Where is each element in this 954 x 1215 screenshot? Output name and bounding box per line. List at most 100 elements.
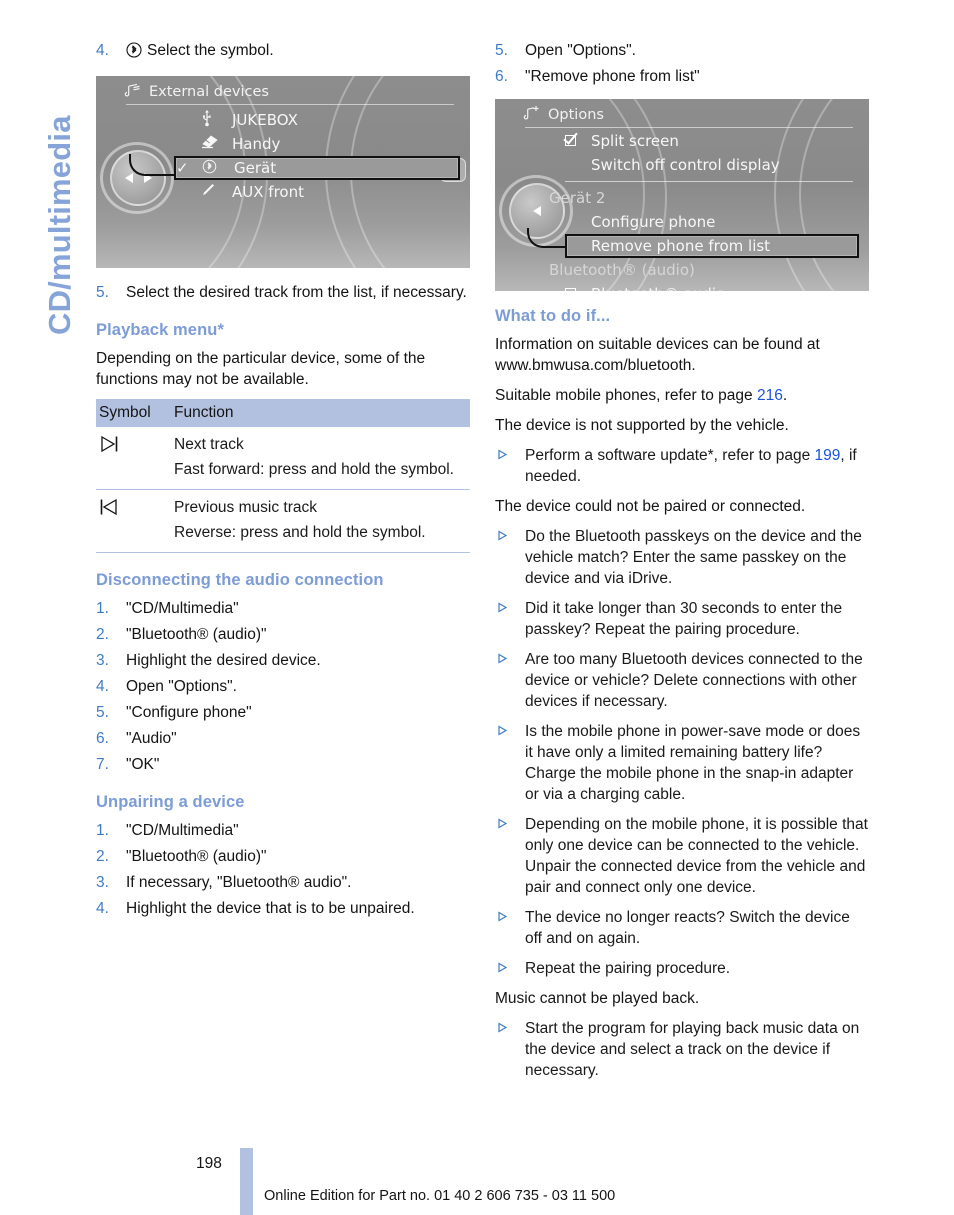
- screenshot-title-row: Options: [523, 105, 604, 124]
- chapter-tab-label: CD/multimedia: [42, 115, 77, 335]
- list-number: 7.: [96, 756, 109, 773]
- bullet-item: The device no longer reacts? Switch the …: [495, 907, 869, 949]
- list-text-content: Select the symbol.: [147, 42, 274, 59]
- bullet-text: Are too many Bluetooth devices connected…: [525, 651, 863, 710]
- table-row: Previous music track Reverse: press and …: [96, 490, 470, 553]
- list-item: 1. "CD/Multimedia": [96, 598, 470, 619]
- table-cell-function: Previous music track Reverse: press and …: [174, 497, 470, 543]
- list-text: Select the desired track from the list, …: [126, 284, 467, 301]
- option-label: Remove phone from list: [591, 237, 771, 255]
- bluetooth-circle-icon: [126, 42, 142, 64]
- list-item-selected[interactable]: Remove phone from list: [565, 234, 859, 258]
- list-item: 2. "Bluetooth® (audio)": [96, 624, 470, 645]
- list-item: 6. "Audio": [96, 728, 470, 749]
- list-number: 3.: [96, 874, 109, 891]
- list-item[interactable]: Split screen: [565, 129, 859, 153]
- page-number: 198: [196, 1155, 222, 1172]
- list-text: Select the symbol.: [126, 40, 470, 64]
- list-text: "Bluetooth® (audio)": [126, 626, 267, 643]
- list-item[interactable]: AUX front: [174, 180, 460, 204]
- list-number: 2.: [96, 848, 109, 865]
- triangle-bullet-icon: [495, 907, 525, 928]
- list-item[interactable]: JUKEBOX: [174, 108, 460, 132]
- bullet-text: The device no longer reacts? Switch the …: [525, 909, 850, 947]
- device-label: AUX front: [232, 183, 304, 201]
- list-number: 4.: [96, 900, 109, 917]
- list-text: Highlight the desired device.: [126, 652, 321, 669]
- bullet-text: Is the mobile phone in power-save mode o…: [525, 723, 861, 803]
- list-text: If necessary, "Bluetooth® audio".: [126, 874, 352, 891]
- list-item[interactable]: Switch off control display: [565, 153, 859, 177]
- bullet-text: Repeat the pairing procedure.: [525, 960, 731, 977]
- triangle-bullet-icon: [495, 721, 525, 742]
- paragraph-post: .: [782, 387, 788, 404]
- title-divider: [126, 104, 454, 105]
- device-label: Gerät: [234, 159, 277, 177]
- screenshot-options: Options Split screen Switch off control …: [495, 99, 869, 291]
- page-reference[interactable]: 199: [815, 447, 841, 464]
- right-column: 5. Open "Options". 6. "Remove phone from…: [495, 40, 869, 1090]
- multimedia-note-icon: [124, 82, 141, 101]
- chapter-tab: CD/multimedia: [0, 0, 96, 1140]
- bullet-item: Depending on the mobile phone, it is pos…: [495, 814, 869, 898]
- list-text: Open "Options".: [126, 678, 237, 695]
- paragraph: The device is not supported by the vehic…: [495, 417, 789, 434]
- list-text: "CD/Multimedia": [126, 822, 239, 839]
- list-item[interactable]: Bluetooth® audio: [565, 282, 859, 291]
- device-label: Handy: [232, 135, 281, 153]
- left-column: 4. Select the symbol. External devices J…: [96, 40, 470, 924]
- footer-accent-bar: [240, 1148, 253, 1215]
- list-item[interactable]: Configure phone: [565, 210, 859, 234]
- bullet-item: Did it take longer than 30 seconds to en…: [495, 598, 869, 640]
- table-header-symbol: Symbol: [99, 404, 151, 421]
- title-divider: [525, 127, 853, 128]
- section-heading-disconnecting: Disconnecting the audio connection: [96, 571, 384, 589]
- option-label: Configure phone: [591, 213, 716, 231]
- bullet-text: Perform a software update*, refer to pag…: [525, 445, 869, 487]
- device-label: JUKEBOX: [232, 111, 298, 129]
- arrow-left-icon: [533, 206, 541, 216]
- snap-in-adapter-icon: [200, 134, 232, 154]
- bullet-item: Start the program for playing back music…: [495, 1018, 869, 1081]
- list-item: 5. "Configure phone": [96, 702, 470, 723]
- table-header-function: Function: [174, 404, 234, 421]
- list-number: 4.: [96, 678, 109, 695]
- selected-row-wrap: Remove phone from list: [527, 228, 859, 258]
- playback-table: Symbol Function Next track Fast forward:…: [96, 399, 470, 553]
- triangle-bullet-icon: [495, 958, 525, 979]
- list-text: "CD/Multimedia": [126, 600, 239, 617]
- list-item: 6. "Remove phone from list": [495, 66, 869, 87]
- page-reference[interactable]: 216: [757, 387, 783, 404]
- callout-line: [129, 154, 175, 176]
- bluetooth-circle-icon: [202, 159, 234, 178]
- list-text: "Audio": [126, 730, 177, 747]
- callout-line: [527, 228, 567, 248]
- list-number: 2.: [96, 626, 109, 643]
- paragraph-pre: Suitable mobile phones, refer to page: [495, 387, 757, 404]
- left-steps-top: 4. Select the symbol.: [96, 40, 470, 64]
- checkbox-empty-icon: [565, 285, 591, 291]
- list-group-header: Bluetooth® (audio): [549, 258, 859, 282]
- list-number: 6.: [495, 68, 508, 85]
- table-row: Next track Fast forward: press and hold …: [96, 427, 470, 490]
- list-number: 5.: [495, 42, 508, 59]
- list-item: 3. If necessary, "Bluetooth® audio".: [96, 872, 470, 893]
- list-number: 3.: [96, 652, 109, 669]
- list-item[interactable]: Handy: [174, 132, 460, 156]
- footer-edition-text: Online Edition for Part no. 01 40 2 606 …: [264, 1188, 616, 1204]
- section-heading-unpairing: Unpairing a device: [96, 793, 245, 811]
- triangle-bullet-icon: [495, 445, 525, 466]
- bullet-item: Repeat the pairing procedure.: [495, 958, 869, 979]
- list-item: 5. Select the desired track from the lis…: [96, 282, 470, 303]
- bullet-text: Do the Bluetooth passkeys on the device …: [525, 528, 862, 587]
- screenshot-external-devices: External devices JUKEBOX Handy ✓ Gerät A…: [96, 76, 470, 268]
- list-item-selected[interactable]: ✓ Gerät: [174, 156, 460, 180]
- checkbox-checked-icon: [565, 132, 591, 150]
- list-item: 2. "Bluetooth® (audio)": [96, 846, 470, 867]
- screenshot-title-row: External devices: [124, 82, 269, 101]
- list-number: 1.: [96, 822, 109, 839]
- device-list: JUKEBOX Handy ✓ Gerät AUX front: [129, 108, 460, 204]
- paragraph: The device could not be paired or connec…: [495, 498, 806, 515]
- list-text: "OK": [126, 756, 160, 773]
- options-list: Split screen Switch off control display …: [527, 129, 859, 291]
